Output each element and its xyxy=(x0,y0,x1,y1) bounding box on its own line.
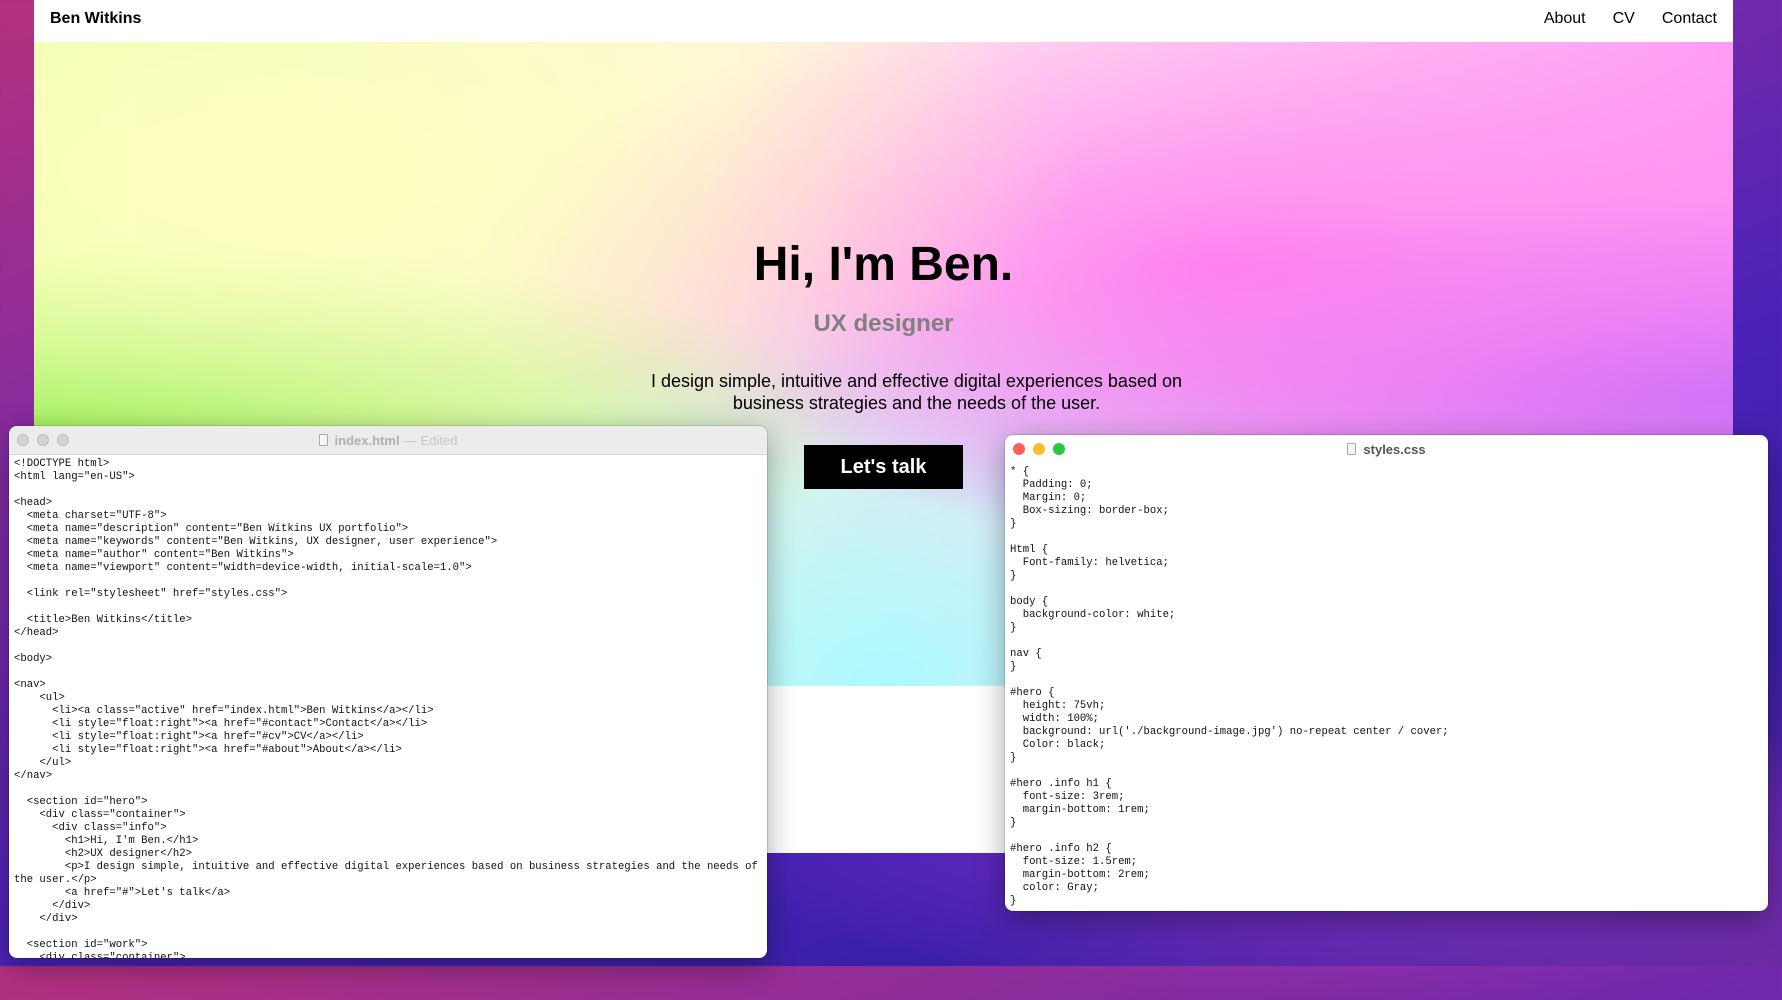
css-editor-window[interactable]: styles.css * { Padding: 0; Margin: 0; Bo… xyxy=(1005,435,1768,911)
hero-title: Hi, I'm Ben. xyxy=(753,238,1014,291)
nav-link-about[interactable]: About xyxy=(1544,10,1586,28)
lets-talk-button[interactable]: Let's talk xyxy=(804,445,963,489)
zoom-button[interactable] xyxy=(1053,443,1065,455)
nav-link-cv[interactable]: CV xyxy=(1613,10,1635,28)
css-filename: styles.css xyxy=(1363,441,1426,457)
window-controls xyxy=(1013,443,1065,455)
hero-description: I design simple, intuitive and effective… xyxy=(651,371,1182,413)
edited-status: Edited xyxy=(420,432,458,448)
html-editor-title: index.html — Edited xyxy=(318,432,458,448)
html-editor-window[interactable]: index.html — Edited <!DOCTYPE html> <htm… xyxy=(9,426,767,958)
site-nav: Ben Witkins About CV Contact xyxy=(34,0,1733,42)
close-button[interactable] xyxy=(1013,443,1025,455)
zoom-button[interactable] xyxy=(57,434,69,446)
css-editor-titlebar[interactable]: styles.css xyxy=(1005,435,1768,463)
css-code-area[interactable]: * { Padding: 0; Margin: 0; Box-sizing: b… xyxy=(1005,463,1768,911)
hero-subtitle: UX designer xyxy=(813,310,954,337)
nav-link-contact[interactable]: Contact xyxy=(1662,10,1717,28)
document-icon xyxy=(318,434,328,446)
css-editor-title: styles.css xyxy=(1347,441,1426,457)
nav-links: About CV Contact xyxy=(1544,10,1717,28)
title-separator: — xyxy=(403,432,417,448)
brand-link[interactable]: Ben Witkins xyxy=(50,10,141,28)
minimize-button[interactable] xyxy=(1033,443,1045,455)
minimize-button[interactable] xyxy=(37,434,49,446)
window-controls xyxy=(17,434,69,446)
close-button[interactable] xyxy=(17,434,29,446)
html-filename: index.html xyxy=(334,432,400,448)
html-code-area[interactable]: <!DOCTYPE html> <html lang="en-US"> <hea… xyxy=(9,455,767,958)
document-icon xyxy=(1347,443,1357,455)
html-editor-titlebar[interactable]: index.html — Edited xyxy=(9,426,767,455)
